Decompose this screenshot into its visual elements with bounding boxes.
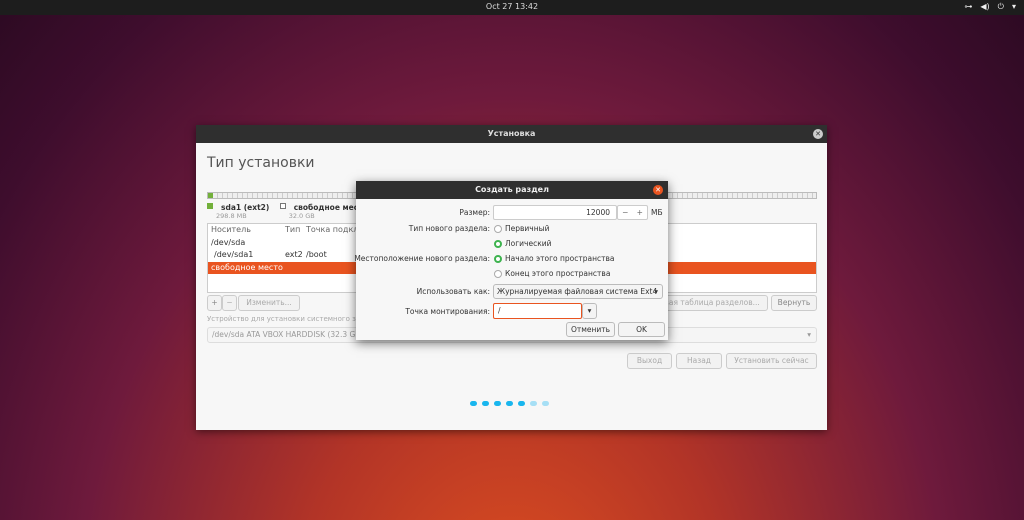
radio-logical[interactable]: Логический [494,239,552,248]
chevron-down-icon: ▾ [587,306,592,315]
type-label: Тип нового раздела: [408,224,490,233]
dialog-title: Создать раздел [356,181,668,199]
radio-primary[interactable]: Первичный [494,224,549,233]
use-as-label: Использовать как: [416,287,490,296]
mount-dropdown-button[interactable]: ▾ [582,303,597,319]
power-icon: ⏻ [997,2,1004,11]
install-now-button[interactable]: Установить сейчас [726,353,817,369]
network-icon: ⊶ [964,2,973,11]
size-plus-button[interactable]: + [637,206,643,219]
close-icon[interactable]: ✕ [813,129,823,139]
legend-size: 32.0 GB [288,212,315,220]
chevron-down-icon: ▾ [1011,2,1016,11]
chevron-down-icon: ▾ [654,287,658,296]
ok-button[interactable]: OK [618,322,665,337]
cancel-button[interactable]: Отменить [566,322,615,337]
mount-point-input[interactable]: / [493,303,582,319]
top-bar: Oct 27 13:42 ⊶ ◀) ⏻ ▾ [0,0,1024,15]
size-stepper[interactable]: − + [617,205,648,220]
size-unit: МБ [651,208,663,217]
radio-end[interactable]: Конец этого пространства [494,269,610,278]
use-as-select[interactable]: Журналируемая файловая система Ext4 ▾ [493,284,663,299]
mount-label: Точка монтирования: [405,307,490,316]
size-label: Размер: [459,208,490,217]
clock[interactable]: Oct 27 13:42 [0,2,1024,11]
chevron-down-icon: ▾ [807,330,811,339]
legend-size: 298.8 MB [216,212,247,220]
close-icon[interactable]: ✕ [653,185,663,195]
system-tray[interactable]: ⊶ ◀) ⏻ ▾ [964,2,1016,12]
progress-dots [470,401,549,406]
radio-begin[interactable]: Начало этого пространства [494,254,615,263]
location-label: Местоположение нового раздела: [354,254,490,263]
add-partition-button[interactable]: + [207,295,222,311]
size-minus-button[interactable]: − [622,206,628,219]
page-title: Тип установки [207,155,315,171]
revert-button[interactable]: Вернуть [771,295,817,311]
create-partition-dialog: Создать раздел ✕ Размер: 12000 − + МБ Тип… [354,181,668,340]
change-partition-button[interactable]: Изменить... [238,295,300,311]
back-button[interactable]: Назад [676,353,722,369]
disk-legend: sda1 (ext2) 298.8 MB свободное место 32.0 … [207,203,376,220]
window-title: Установка [196,125,827,143]
legend-name: sda1 (ext2) [221,203,270,212]
remove-partition-button[interactable]: − [222,295,237,311]
quit-button[interactable]: Выход [627,353,672,369]
size-input[interactable]: 12000 [493,205,617,220]
volume-icon: ◀) [980,2,990,11]
